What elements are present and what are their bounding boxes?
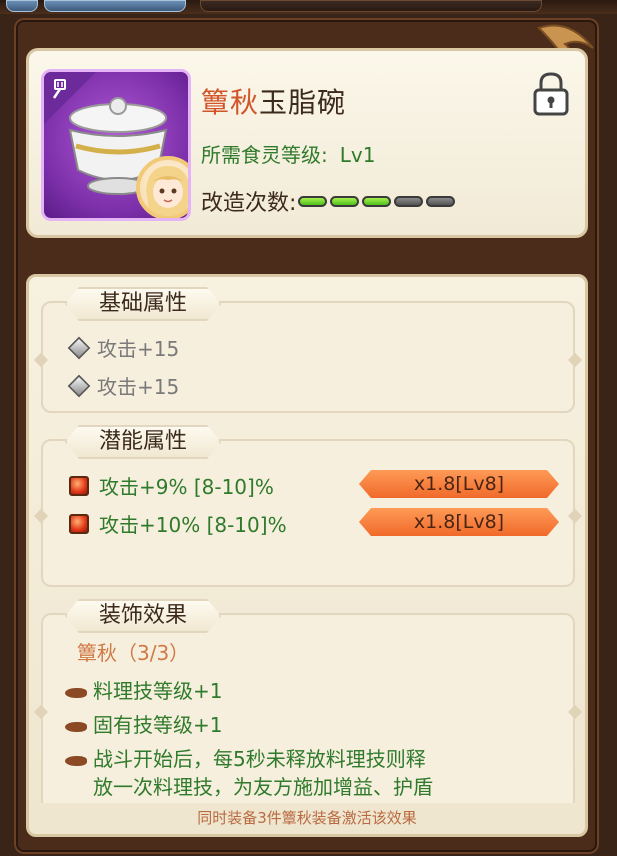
potential-stat-text: 攻击+9% [8-10]%	[99, 475, 274, 499]
potential-stat-row: 攻击+9% [8-10]%	[69, 471, 274, 500]
set-bonus-line: 战斗开始后，每5秒未释放料理技则释	[65, 743, 426, 772]
side-diamond	[33, 352, 49, 368]
top-bar	[0, 0, 617, 14]
item-set-name: 簟秋	[201, 86, 260, 119]
refine-pip-empty	[394, 195, 424, 207]
item-header-card: 簟秋玉脂碗 所需食灵等级: Lv1 改造次数:	[26, 48, 588, 238]
set-bonus-line-continued: 放一次料理技，为友方施加增益、护盾	[93, 771, 433, 800]
base-stat-row: 攻击+15	[67, 371, 180, 400]
fish-bullet-icon	[65, 688, 87, 698]
set-bonus-text: 料理技等级+1	[93, 679, 223, 703]
refine-count: 改造次数:	[201, 185, 456, 217]
set-bonus-line: 料理技等级+1	[65, 675, 222, 704]
fish-bullet-icon	[65, 756, 87, 766]
top-tab[interactable]	[44, 0, 186, 12]
required-level-label: 所需食灵等级:	[201, 143, 328, 167]
required-level-value: Lv1	[339, 143, 376, 167]
refine-pip-filled	[362, 195, 392, 207]
refine-pip-filled	[330, 195, 360, 207]
refine-pip-filled	[298, 195, 328, 207]
decoration-effect-heading: 装饰效果	[65, 599, 221, 633]
potential-attributes-section: 潜能属性 攻击+9% [8-10]% x1.8[Lv8] 攻击+10% [8-1…	[33, 439, 583, 587]
top-tab-left[interactable]	[6, 0, 38, 12]
refine-label: 改造次数:	[201, 191, 297, 216]
potential-stat-row: 攻击+10% [8-10]%	[69, 509, 287, 538]
side-diamond	[567, 352, 583, 368]
grey-gem-icon	[67, 374, 91, 397]
character-portrait	[136, 156, 188, 218]
potential-stat-text: 攻击+10% [8-10]%	[99, 513, 287, 537]
base-stat-text: 攻击+15	[97, 337, 180, 361]
item-icon[interactable]	[41, 69, 191, 221]
side-diamond	[567, 508, 583, 524]
item-name: 玉脂碗	[259, 86, 347, 119]
side-diamond	[567, 704, 583, 720]
attribute-panel: 基础属性 攻击+15 攻击+15 潜能属性 攻击+9% [8-10]% x1.8…	[26, 274, 588, 837]
set-activation-note: 同时装备3件簟秋装备激活该效果	[197, 809, 417, 827]
red-gem-icon	[69, 475, 89, 496]
potential-multiplier-badge: x1.8[Lv8]	[359, 508, 559, 536]
base-stat-text: 攻击+15	[97, 375, 180, 399]
refine-pip-empty	[426, 195, 456, 207]
potential-multiplier-badge: x1.8[Lv8]	[359, 470, 559, 498]
base-attributes-section: 基础属性 攻击+15 攻击+15	[33, 301, 583, 413]
set-bonus-line: 固有技等级+1	[65, 709, 222, 738]
fish-bullet-icon	[65, 722, 87, 732]
potential-attributes-heading: 潜能属性	[65, 425, 221, 459]
grey-gem-icon	[67, 336, 91, 359]
set-bonus-text: 战斗开始后，每5秒未释放料理技则释	[93, 747, 426, 771]
base-stat-row: 攻击+15	[67, 333, 180, 362]
set-bonus-text: 放一次料理技，为友方施加增益、护盾	[93, 775, 433, 799]
side-diamond	[33, 508, 49, 524]
refine-pips	[298, 195, 456, 207]
top-tab-right[interactable]	[200, 0, 542, 12]
set-bonus-label: 簟秋（3/3）	[77, 641, 190, 665]
lock-icon[interactable]	[531, 71, 571, 117]
red-gem-icon	[69, 513, 89, 534]
side-diamond	[33, 704, 49, 720]
item-title: 簟秋玉脂碗	[201, 81, 346, 121]
base-attributes-heading: 基础属性	[65, 287, 221, 321]
required-level: 所需食灵等级: Lv1	[201, 139, 375, 168]
set-bonus-text: 固有技等级+1	[93, 713, 223, 737]
